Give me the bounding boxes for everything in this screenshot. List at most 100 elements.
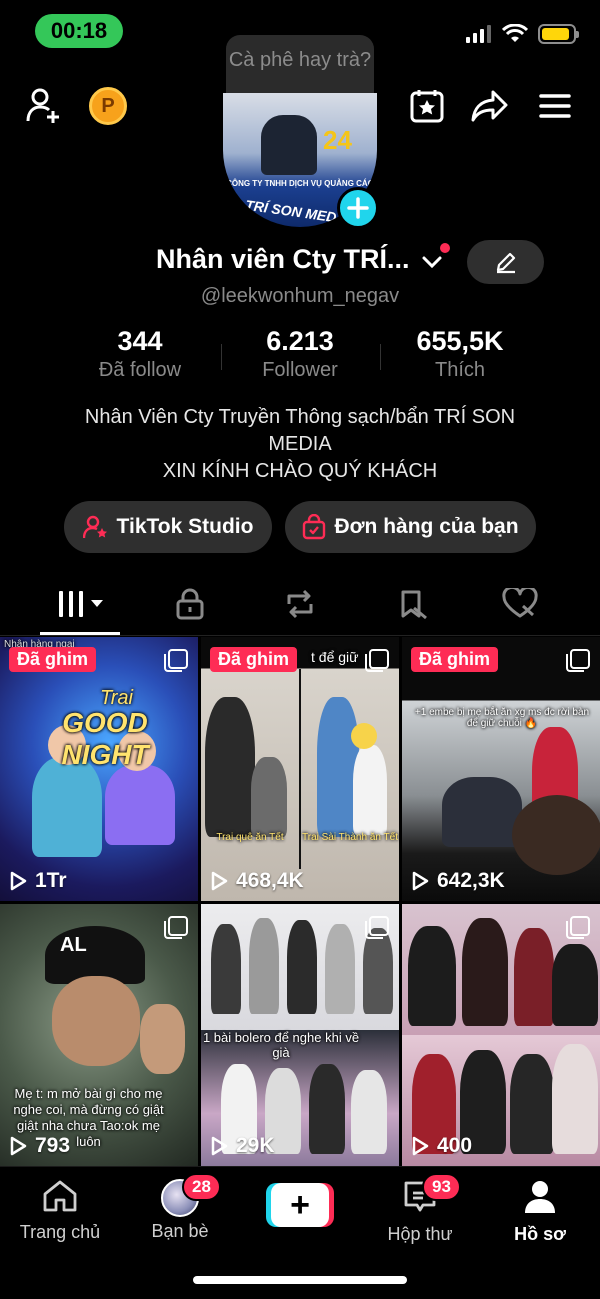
- person-icon: [525, 1181, 555, 1213]
- stat-value: 344: [117, 326, 163, 356]
- view-count-label: 793: [35, 1134, 71, 1157]
- create-button[interactable]: +: [266, 1183, 334, 1227]
- nav-inbox[interactable]: 93 Hộp thư: [360, 1173, 480, 1245]
- tab-bar-border: [0, 635, 600, 636]
- shopping-bag-icon: [303, 514, 326, 540]
- nav-friends-label: Bạn bè: [151, 1221, 209, 1241]
- status-time: 00:18: [35, 14, 123, 48]
- profile-handle: @leekwonhum_negav: [200, 285, 400, 307]
- video-caption: Trai quê ăn Tết: [216, 832, 284, 843]
- cap-text: AL: [60, 934, 87, 956]
- play-icon: [211, 871, 228, 891]
- stat-following[interactable]: 344 Đã follow: [60, 326, 220, 382]
- video-art-title: GOOD NIGHT: [61, 707, 149, 770]
- lock-icon: [176, 588, 204, 620]
- home-indicator: [193, 1276, 407, 1284]
- video-tile[interactable]: +1 embe bị mẹ bắt ăn xg ms đc rời bàn để…: [402, 637, 600, 901]
- multi-icon: [566, 916, 590, 939]
- notification-dot: [440, 243, 450, 253]
- view-count-label: 400: [437, 1134, 473, 1157]
- plus-icon: [347, 197, 369, 219]
- profile-name[interactable]: Nhân viên Cty TRÍ...: [156, 244, 410, 275]
- bio-line: Nhân Viên Cty Truyền Thông sạch/bẩn TRÍ …: [84, 406, 516, 428]
- wifi-icon: [502, 24, 528, 42]
- video-tile[interactable]: GOOD NIGHT Trai Nhân hàng ngại Đã ghim 1…: [0, 637, 198, 901]
- pinned-badge: Đã ghim: [9, 647, 97, 672]
- play-icon: [10, 871, 27, 891]
- avatar-badge: 24: [323, 125, 352, 155]
- repost-tab[interactable]: [280, 584, 320, 624]
- nav-friends[interactable]: 28 Bạn bè: [120, 1173, 240, 1242]
- play-icon: [412, 1136, 429, 1156]
- view-count: 793: [9, 1134, 70, 1158]
- videos-tab[interactable]: [58, 584, 108, 624]
- grid-icon: [59, 591, 103, 617]
- add-story-button[interactable]: [337, 187, 379, 229]
- chevron-down-icon[interactable]: [420, 250, 444, 274]
- active-tab-indicator: [40, 632, 120, 635]
- multi-icon: [365, 649, 389, 672]
- view-count: 1Tr: [9, 869, 67, 893]
- stat-likes[interactable]: 655,5K Thích: [380, 326, 540, 382]
- stat-divider: [380, 344, 381, 370]
- orders-button[interactable]: Đơn hàng của bạn: [285, 501, 536, 553]
- hamburger-icon: [539, 94, 571, 118]
- home-icon: [43, 1180, 77, 1212]
- stat-value: 655,5K: [416, 326, 504, 356]
- pencil-icon: [496, 252, 515, 274]
- calendar-button[interactable]: [407, 86, 447, 126]
- view-count: 29K: [210, 1134, 275, 1158]
- inbox-badge: 93: [422, 1173, 461, 1201]
- friends-badge: 28: [182, 1173, 221, 1201]
- multi-icon: [566, 649, 590, 672]
- heart-slash-icon: [502, 588, 538, 618]
- bio-line: MEDIA: [268, 433, 332, 455]
- bio-line: XIN KÍNH CHÀO QUÝ KHÁCH: [162, 460, 438, 482]
- video-tile[interactable]: AL Mẹ t: m mở bài gì cho mẹ nghe coi, mà…: [0, 904, 198, 1166]
- stat-divider: [221, 344, 222, 370]
- add-friend-button[interactable]: [24, 86, 64, 126]
- bookmark-slash-icon: [401, 590, 427, 620]
- nav-home-label: Trang chủ: [19, 1222, 101, 1242]
- stat-followers[interactable]: 6.213 Follower: [220, 326, 380, 382]
- signal-icon: [466, 25, 491, 43]
- battery-icon: [538, 24, 579, 44]
- multi-icon: [164, 649, 188, 672]
- orders-label: Đơn hàng của bạn: [334, 515, 519, 538]
- avatar-person: [261, 115, 317, 175]
- create-plus-icon: +: [271, 1183, 329, 1227]
- tiktok-studio-button[interactable]: TikTok Studio: [64, 501, 272, 553]
- view-count: 468,4K: [210, 869, 304, 893]
- play-icon: [412, 871, 429, 891]
- view-count-label: 1Tr: [35, 869, 67, 892]
- menu-button[interactable]: [535, 86, 575, 126]
- nav-profile-label: Hồ sơ: [514, 1224, 566, 1244]
- liked-tab[interactable]: [500, 584, 540, 624]
- video-tile[interactable]: Trai quê ăn Tết Trai Sài Thành ăn Tết t …: [201, 637, 399, 901]
- play-icon: [10, 1136, 27, 1156]
- share-button[interactable]: [470, 86, 510, 126]
- status-indicators: [466, 24, 579, 44]
- stat-label: Follower: [262, 359, 338, 381]
- video-tile[interactable]: 1 bài bolero để nghe khi về già 29K: [201, 904, 399, 1166]
- video-overlay-text: +1 embe bị mẹ bắt ăn xg ms đc rời bàn để…: [414, 707, 590, 729]
- profile-bio: Nhân Viên Cty Truyền Thông sạch/bẩn TRÍ …: [40, 404, 560, 485]
- add-user-icon: [26, 88, 59, 123]
- view-count-label: 468,4K: [236, 869, 304, 892]
- video-caption: Trai Sài Thành ăn Tết: [302, 832, 398, 843]
- stat-label: Đã follow: [98, 359, 182, 381]
- coin-icon[interactable]: P: [89, 87, 127, 125]
- share-icon: [471, 90, 508, 122]
- nav-home[interactable]: Trang chủ: [0, 1179, 120, 1243]
- video-overlay-text: t để giữ: [311, 649, 359, 665]
- view-count-label: 642,3K: [437, 869, 505, 892]
- edit-profile-button[interactable]: [467, 240, 544, 284]
- multi-icon: [365, 916, 389, 939]
- favorites-tab[interactable]: [393, 584, 433, 624]
- private-tab[interactable]: [170, 584, 210, 624]
- repost-icon: [287, 589, 313, 619]
- nav-profile[interactable]: Hồ sơ: [480, 1179, 600, 1245]
- video-art-subtitle: Trai: [100, 687, 133, 709]
- video-tile[interactable]: 400: [402, 904, 600, 1166]
- person-star-icon: [82, 515, 107, 539]
